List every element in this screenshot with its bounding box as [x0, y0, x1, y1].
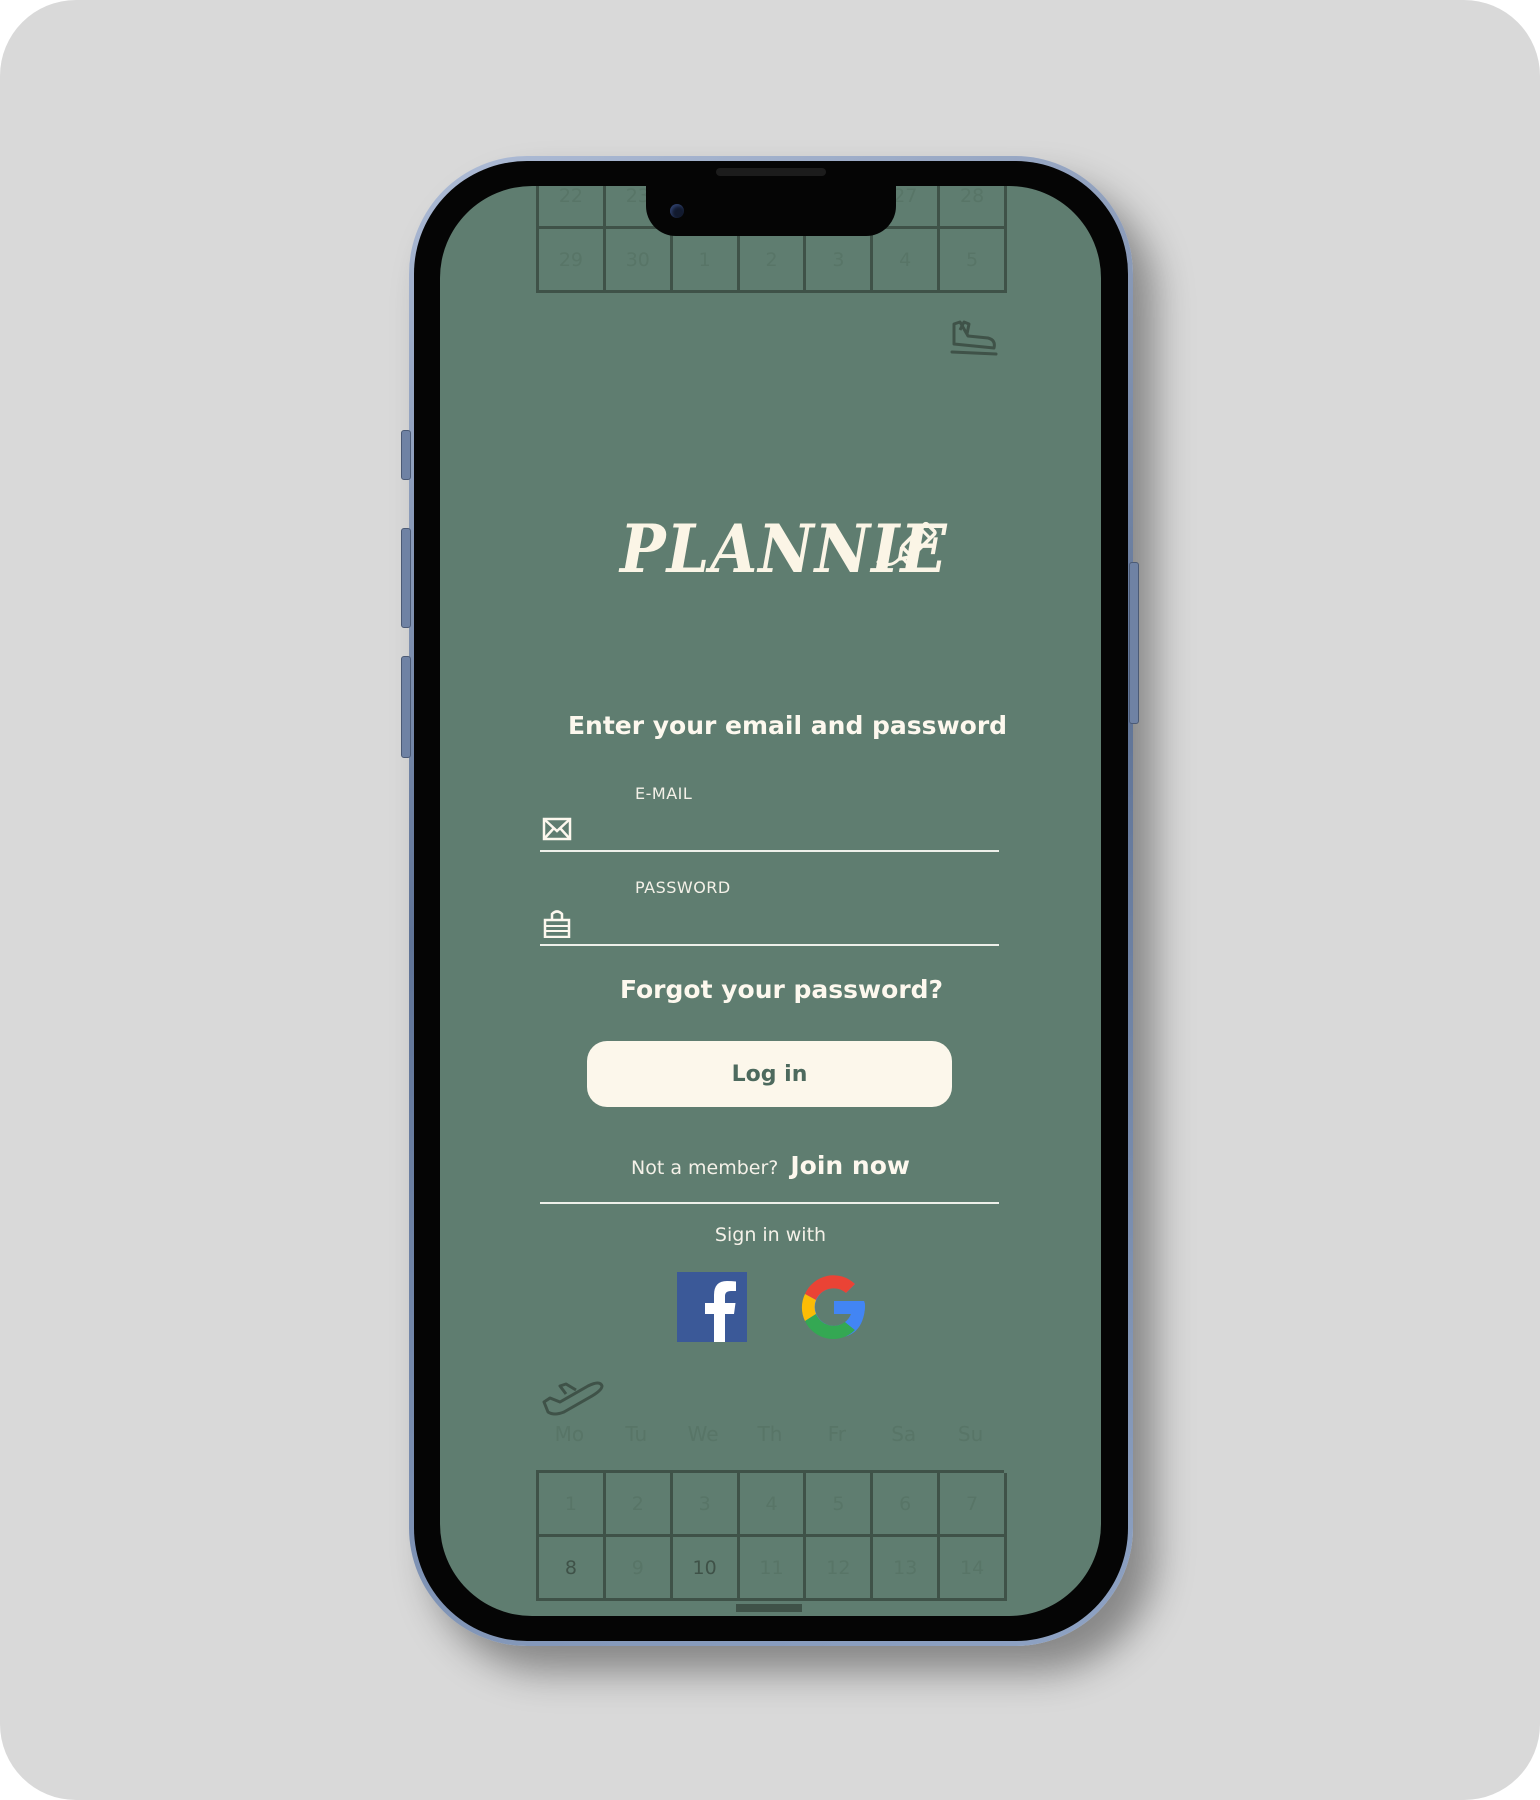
volume-down-button	[401, 656, 411, 758]
password-input[interactable]	[635, 906, 994, 942]
calendar-day: 2	[739, 229, 807, 293]
email-label: E-MAIL	[635, 784, 693, 803]
weekday-label: We	[687, 1422, 719, 1446]
form-heading: Enter your email and password	[567, 711, 1008, 740]
lock-icon	[543, 910, 571, 938]
calendar-day: 10	[672, 1537, 740, 1601]
calendar-day: 3	[672, 1473, 740, 1537]
facebook-icon[interactable]	[677, 1272, 747, 1342]
calendar-day: 4	[873, 229, 941, 293]
login-screen: 22 23 24 25 26 27 28 29 30 1 2 3 4 5 PLA…	[440, 186, 1101, 1616]
calendar-day: 4	[739, 1473, 807, 1537]
calendar-day: 13	[873, 1537, 941, 1601]
calendar-day: 8	[539, 1537, 606, 1601]
calendar-day: 29	[539, 229, 606, 293]
email-field[interactable]: E-MAIL	[540, 784, 999, 852]
calendar-day: 22	[539, 186, 606, 229]
speaker-grille	[716, 168, 826, 176]
calendar-day: 1	[539, 1473, 606, 1537]
calendar-bottom-decoration: 1 2 3 4 5 6 7 8 9 10 11 12 13 14	[536, 1470, 1008, 1601]
calendar-day: 5	[806, 1473, 874, 1537]
plane-landing-icon	[950, 320, 998, 356]
email-input[interactable]	[635, 812, 994, 848]
join-now-link[interactable]: Join now	[790, 1151, 910, 1180]
front-camera	[670, 204, 684, 218]
forgot-password-link[interactable]: Forgot your password?	[440, 975, 1101, 1004]
calendar-day: 6	[873, 1473, 941, 1537]
divider	[540, 1202, 999, 1204]
weekday-header: Mo Tu We Th Fr Sa Su	[536, 1422, 1004, 1446]
power-button	[1129, 562, 1139, 724]
pencil-icon	[876, 521, 937, 567]
calendar-day: 7	[940, 1473, 1008, 1537]
login-button[interactable]: Log in	[587, 1041, 952, 1107]
calendar-day: 9	[605, 1537, 673, 1601]
plannie-logo: PLANNIE	[620, 504, 947, 594]
silent-switch	[401, 430, 411, 480]
calendar-day: 5	[940, 229, 1008, 293]
mail-icon	[542, 817, 572, 841]
weekday-label: Th	[757, 1422, 783, 1446]
calendar-day: 28	[940, 186, 1008, 229]
weekday-label: Su	[957, 1422, 984, 1446]
sign-in-with-text: Sign in with	[714, 1224, 827, 1246]
weekday-label: Sa	[891, 1422, 917, 1446]
password-label: PASSWORD	[635, 878, 731, 897]
calendar-day: 11	[739, 1537, 807, 1601]
password-field[interactable]: PASSWORD	[540, 878, 999, 946]
calendar-day: 3	[806, 229, 874, 293]
calendar-day: 14	[940, 1537, 1008, 1601]
calendar-day: 12	[806, 1537, 874, 1601]
home-indicator	[736, 1604, 802, 1612]
calendar-day: 1	[672, 229, 740, 293]
weekday-label: Tu	[625, 1422, 648, 1446]
weekday-label: Mo	[554, 1422, 585, 1446]
calendar-day: 2	[605, 1473, 673, 1537]
not-member-text: Not a member?	[631, 1157, 779, 1179]
calendar-day: 30	[605, 229, 673, 293]
volume-up-button	[401, 528, 411, 628]
plane-takeoff-icon	[542, 1381, 604, 1416]
join-row: Not a member? Join now	[440, 1151, 1101, 1180]
google-icon[interactable]	[799, 1272, 869, 1342]
weekday-label: Fr	[827, 1422, 846, 1446]
